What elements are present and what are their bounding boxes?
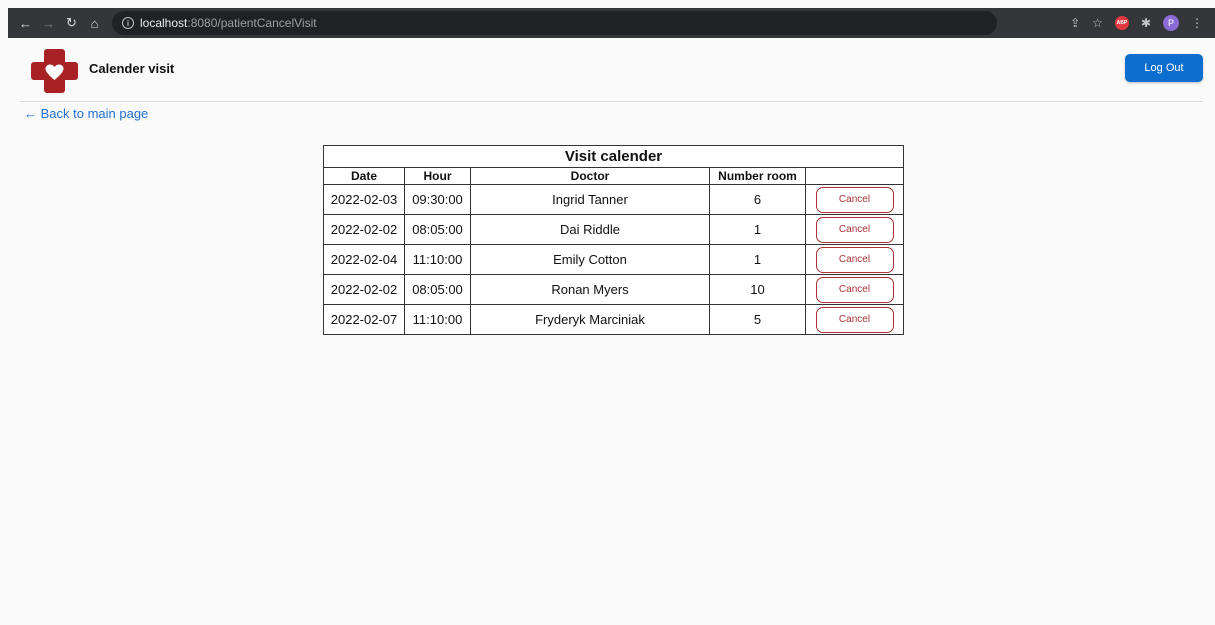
forward-arrow-icon[interactable]: →: [39, 16, 58, 31]
cancel-visit-button[interactable]: Cancel: [815, 186, 894, 213]
profile-avatar[interactable]: P: [1163, 15, 1179, 31]
column-header-hour: Hour: [404, 167, 471, 185]
log-out-button[interactable]: Log Out: [1125, 54, 1203, 82]
extensions-icon[interactable]: ✱: [1141, 16, 1151, 30]
table-row: 2022-02-02 08:05:00 Dai Riddle 1 Cancel: [323, 214, 904, 245]
cell-room: 6: [709, 184, 806, 215]
browser-actions: ⇪ ☆ ABP ✱ P ⋮: [1070, 8, 1203, 38]
cell-date: 2022-02-04: [323, 244, 405, 275]
column-header-date: Date: [323, 167, 405, 185]
column-header-room: Number room: [709, 167, 806, 185]
menu-icon[interactable]: ⋮: [1191, 16, 1203, 30]
table-caption: Visit calender: [323, 145, 904, 168]
home-icon[interactable]: ⌂: [85, 16, 104, 31]
table-row: 2022-02-04 11:10:00 Emily Cotton 1 Cance…: [323, 244, 904, 275]
cell-hour: 11:10:00: [404, 244, 471, 275]
cell-doctor: Emily Cotton: [470, 244, 710, 275]
back-arrow-icon[interactable]: ←: [16, 16, 35, 31]
cell-hour: 11:10:00: [404, 304, 471, 335]
cell-hour: 09:30:00: [404, 184, 471, 215]
cell-hour: 08:05:00: [404, 274, 471, 305]
cell-action: Cancel: [805, 274, 904, 305]
cell-action: Cancel: [805, 304, 904, 335]
table-row: 2022-02-07 11:10:00 Fryderyk Marciniak 5…: [323, 304, 904, 335]
star-icon[interactable]: ☆: [1092, 16, 1103, 30]
cell-room: 1: [709, 214, 806, 245]
cell-room: 1: [709, 244, 806, 275]
adblock-icon[interactable]: ABP: [1114, 16, 1129, 30]
url-text[interactable]: localhost:8080/patientCancelVisit: [140, 16, 317, 30]
browser-toolbar: ← → ↻ ⌂ i localhost:8080/patientCancelVi…: [8, 8, 1215, 38]
cell-doctor: Fryderyk Marciniak: [470, 304, 710, 335]
cell-date: 2022-02-02: [323, 274, 405, 305]
cell-doctor: Ingrid Tanner: [470, 184, 710, 215]
cell-doctor: Dai Riddle: [470, 214, 710, 245]
visit-calendar-table: Visit calender Date Hour Doctor Number r…: [323, 145, 904, 335]
url-path: :8080/patientCancelVisit: [187, 16, 317, 30]
cell-hour: 08:05:00: [404, 214, 471, 245]
cancel-visit-button[interactable]: Cancel: [815, 276, 894, 303]
cell-room: 10: [709, 274, 806, 305]
share-icon[interactable]: ⇪: [1070, 16, 1080, 30]
table-row: 2022-02-02 08:05:00 Ronan Myers 10 Cance…: [323, 274, 904, 305]
medical-cross-heart-icon: [31, 49, 78, 93]
back-to-main-link[interactable]: ← Back to main page: [24, 106, 148, 121]
cell-action: Cancel: [805, 184, 904, 215]
cell-room: 5: [709, 304, 806, 335]
table-row: 2022-02-03 09:30:00 Ingrid Tanner 6 Canc…: [323, 184, 904, 215]
cell-action: Cancel: [805, 244, 904, 275]
column-header-doctor: Doctor: [470, 167, 710, 185]
browser-nav: ← → ↻ ⌂: [16, 15, 104, 31]
cancel-visit-button[interactable]: Cancel: [815, 246, 894, 273]
cancel-visit-button[interactable]: Cancel: [815, 306, 894, 333]
cancel-visit-button[interactable]: Cancel: [815, 216, 894, 243]
cell-date: 2022-02-02: [323, 214, 405, 245]
cell-date: 2022-02-07: [323, 304, 405, 335]
cell-doctor: Ronan Myers: [470, 274, 710, 305]
url-host: localhost: [140, 16, 188, 30]
page-title: Calender visit: [89, 61, 175, 76]
address-bar[interactable]: i localhost:8080/patientCancelVisit: [112, 11, 997, 35]
column-header-action: [805, 167, 904, 185]
info-icon[interactable]: i: [122, 17, 134, 29]
reload-icon[interactable]: ↻: [62, 15, 81, 31]
cell-action: Cancel: [805, 214, 904, 245]
cell-date: 2022-02-03: [323, 184, 405, 215]
header-divider: [20, 101, 1203, 102]
